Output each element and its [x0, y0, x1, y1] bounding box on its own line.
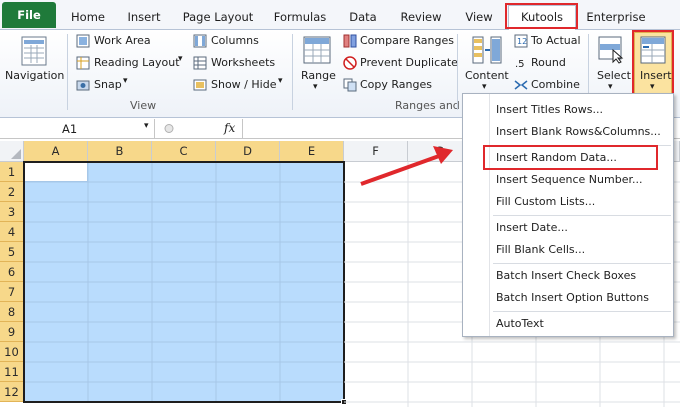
tab-review[interactable]: Review	[396, 6, 446, 28]
menu-item-insert-titles-rows[interactable]: Insert Titles Rows...	[463, 99, 673, 121]
row-header-10[interactable]: 10	[0, 342, 24, 362]
tab-insert[interactable]: Insert	[122, 6, 166, 28]
worksheets-icon	[193, 56, 207, 73]
fx-icon[interactable]: fx	[224, 121, 235, 135]
menu-item-fill-blank-cells[interactable]: Fill Blank Cells...	[463, 239, 673, 261]
row-header-5[interactable]: 5	[0, 242, 24, 262]
show-hide-button[interactable]: Show / Hide	[211, 78, 276, 91]
row-header-8[interactable]: 8	[0, 302, 24, 322]
svg-text:12: 12	[517, 37, 527, 46]
reading-layout-icon	[76, 56, 90, 73]
tab-home[interactable]: Home	[66, 6, 110, 28]
select-button[interactable]: Select	[597, 69, 631, 82]
row-header-7[interactable]: 7	[0, 282, 24, 302]
prevent-duplicate-button[interactable]: Prevent Duplicate	[360, 56, 458, 69]
separator	[67, 34, 68, 110]
chevron-down-icon[interactable]: ▾	[278, 76, 283, 86]
work-area-button[interactable]: Work Area	[94, 34, 151, 47]
column-header-a[interactable]: A	[24, 141, 88, 162]
menu-separator	[493, 215, 671, 216]
insert-dropdown-menu: Insert Titles Rows... Insert Blank Rows&…	[462, 93, 674, 337]
selection-border	[23, 161, 345, 403]
row-header-3[interactable]: 3	[0, 202, 24, 222]
tab-file[interactable]: File	[2, 2, 56, 28]
content-icon[interactable]	[472, 36, 502, 67]
round-icon: .5	[514, 56, 528, 73]
insert-random-data-highlight	[483, 145, 658, 170]
menu-item-insert-sequence-number[interactable]: Insert Sequence Number...	[463, 169, 673, 191]
separator	[457, 34, 458, 110]
row-header-12[interactable]: 12	[0, 382, 24, 402]
row-header-11[interactable]: 11	[0, 362, 24, 382]
columns-icon	[193, 34, 207, 51]
menu-separator	[493, 311, 671, 312]
chevron-down-icon[interactable]: ▾	[608, 82, 613, 92]
chevron-down-icon[interactable]: ▾	[482, 82, 487, 92]
navigation-icon[interactable]	[21, 36, 47, 69]
tab-data[interactable]: Data	[343, 6, 383, 28]
copy-ranges-button[interactable]: Copy Ranges	[360, 78, 432, 91]
to-actual-button[interactable]: To Actual	[531, 34, 581, 47]
svg-text:.5: .5	[515, 59, 525, 70]
work-area-icon	[76, 34, 90, 51]
prevent-duplicate-icon	[343, 56, 357, 73]
name-box[interactable]: A1 ▾	[0, 119, 155, 138]
separator	[292, 34, 293, 110]
chevron-down-icon[interactable]: ▾	[144, 121, 149, 131]
compare-ranges-icon	[343, 34, 357, 51]
row-header-2[interactable]: 2	[0, 182, 24, 202]
to-actual-icon: 12	[514, 34, 528, 51]
row-header-9[interactable]: 9	[0, 322, 24, 342]
navigation-button[interactable]: Navigation	[5, 69, 64, 82]
menu-separator	[493, 263, 671, 264]
combine-button[interactable]: Combine	[531, 78, 580, 91]
range-button[interactable]: Range	[301, 69, 336, 82]
row-header-6[interactable]: 6	[0, 262, 24, 282]
column-header-d[interactable]: D	[216, 141, 280, 162]
range-icon[interactable]	[303, 36, 331, 67]
chevron-down-icon[interactable]: ▾	[178, 54, 183, 64]
columns-button[interactable]: Columns	[211, 34, 259, 47]
snap-icon	[76, 78, 90, 95]
ranges-group-label: Ranges and C	[395, 99, 471, 112]
show-hide-icon	[193, 78, 207, 95]
reading-layout-button[interactable]: Reading Layout	[94, 56, 180, 69]
round-button[interactable]: Round	[531, 56, 566, 69]
compare-ranges-button[interactable]: Compare Ranges	[360, 34, 454, 47]
content-button[interactable]: Content	[465, 69, 509, 82]
tab-enterprise[interactable]: Enterprise	[584, 6, 648, 28]
menu-item-insert-date[interactable]: Insert Date...	[463, 217, 673, 239]
chevron-down-icon[interactable]: ▾	[313, 82, 318, 92]
formula-bar-grip-icon[interactable]	[164, 122, 174, 135]
copy-ranges-icon	[343, 78, 357, 95]
tab-view[interactable]: View	[460, 6, 498, 28]
tab-page-layout[interactable]: Page Layout	[180, 6, 256, 28]
kutools-tab-highlight	[505, 3, 578, 29]
column-header-c[interactable]: C	[152, 141, 216, 162]
select-icon[interactable]	[598, 36, 624, 67]
view-group-label: View	[130, 99, 157, 112]
insert-button-highlight	[632, 30, 674, 96]
select-all-corner[interactable]	[0, 141, 24, 162]
name-box-value: A1	[62, 122, 78, 136]
chevron-down-icon[interactable]: ▾	[123, 76, 128, 86]
menu-item-insert-blank-rows-columns[interactable]: Insert Blank Rows&Columns...	[463, 121, 673, 143]
separator	[242, 119, 243, 138]
row-header-4[interactable]: 4	[0, 222, 24, 242]
row-header-1[interactable]: 1	[0, 162, 24, 182]
snap-button[interactable]: Snap	[94, 78, 122, 91]
tab-formulas[interactable]: Formulas	[269, 6, 331, 28]
worksheets-button[interactable]: Worksheets	[211, 56, 275, 69]
annotation-arrow-icon	[360, 146, 453, 186]
menu-item-autotext[interactable]: AutoText	[463, 313, 673, 335]
menu-item-batch-insert-option-buttons[interactable]: Batch Insert Option Buttons	[463, 287, 673, 309]
ribbon-tab-bar: File Home Insert Page Layout Formulas Da…	[0, 0, 680, 30]
menu-item-fill-custom-lists[interactable]: Fill Custom Lists...	[463, 191, 673, 213]
menu-item-batch-insert-check-boxes[interactable]: Batch Insert Check Boxes	[463, 265, 673, 287]
column-header-e[interactable]: E	[280, 141, 344, 162]
column-header-b[interactable]: B	[88, 141, 152, 162]
